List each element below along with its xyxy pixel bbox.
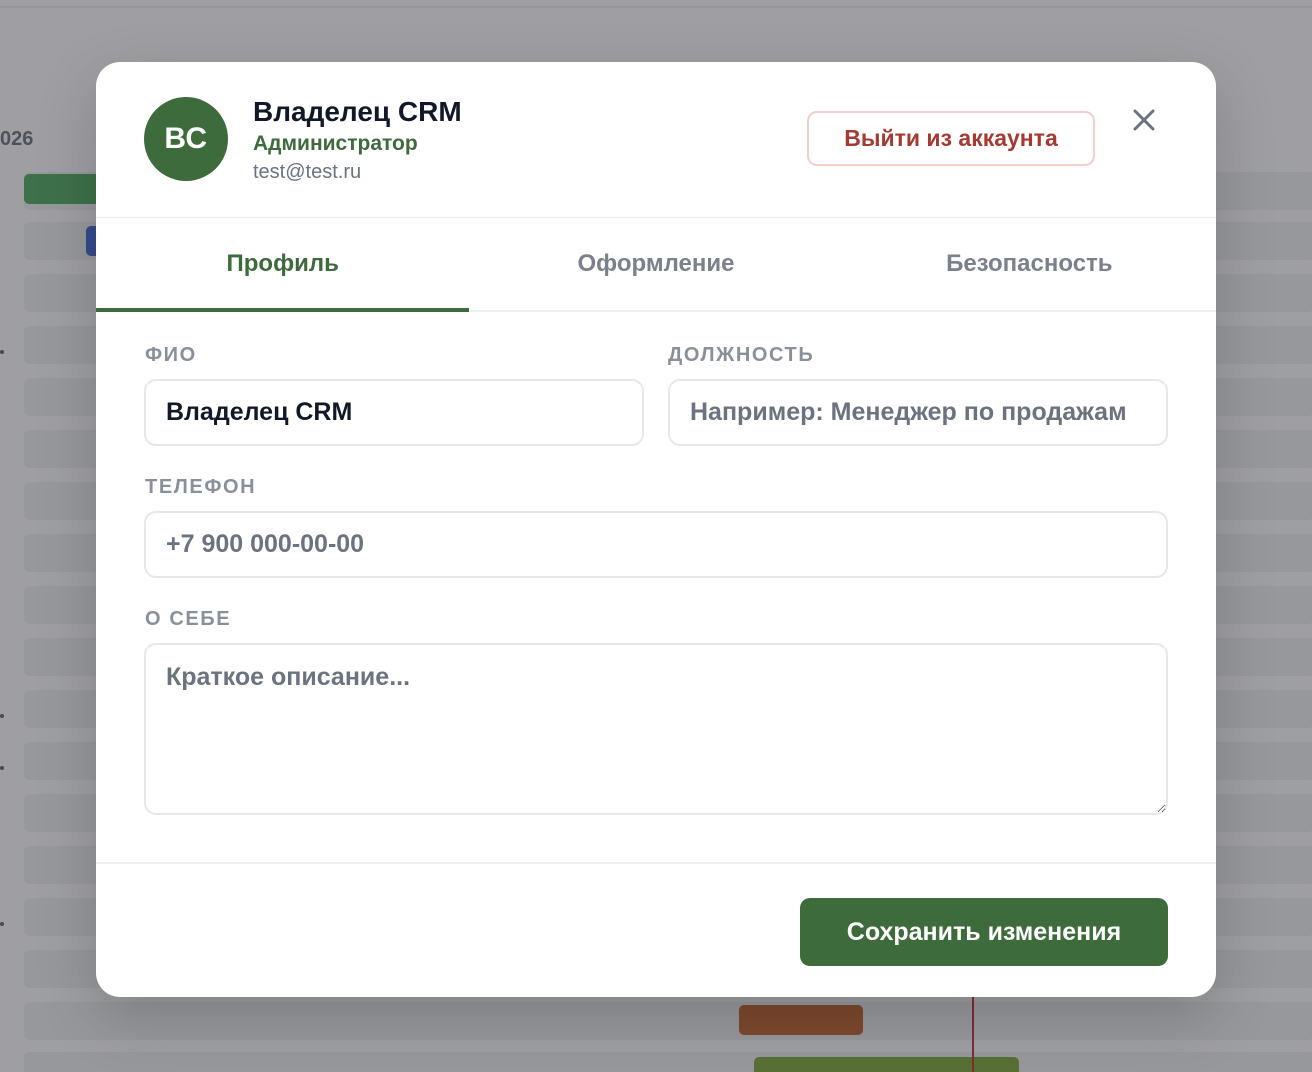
position-input[interactable]: [668, 379, 1168, 446]
close-icon: [1133, 109, 1155, 131]
full-name-label: ФИО: [145, 344, 197, 366]
tab-profile[interactable]: Профиль: [96, 218, 470, 312]
modal-header: ВС Владелец CRM Администратор test@test.…: [96, 62, 1216, 218]
user-name: Владелец CRM: [253, 96, 462, 127]
full-name-input[interactable]: [144, 379, 644, 446]
save-button[interactable]: Сохранить изменения: [800, 898, 1168, 966]
modal-footer: Сохранить изменения: [96, 862, 1216, 997]
tab-security[interactable]: Безопасность: [843, 218, 1216, 310]
close-button[interactable]: [1126, 102, 1162, 138]
logout-button[interactable]: Выйти из аккаунта: [807, 111, 1095, 166]
phone-label: ТЕЛЕФОН: [145, 476, 257, 498]
profile-modal: ВС Владелец CRM Администратор test@test.…: [96, 62, 1216, 997]
phone-input[interactable]: [144, 511, 1168, 578]
about-textarea[interactable]: [144, 643, 1168, 815]
position-label: ДОЛЖНОСТЬ: [668, 344, 815, 366]
tab-appearance[interactable]: Оформление: [469, 218, 842, 310]
user-email: test@test.ru: [253, 161, 362, 183]
avatar: ВС: [144, 97, 228, 181]
about-label: О СЕБЕ: [145, 608, 232, 630]
user-role: Администратор: [253, 132, 418, 155]
tab-bar: Профиль Оформление Безопасность: [96, 218, 1216, 312]
